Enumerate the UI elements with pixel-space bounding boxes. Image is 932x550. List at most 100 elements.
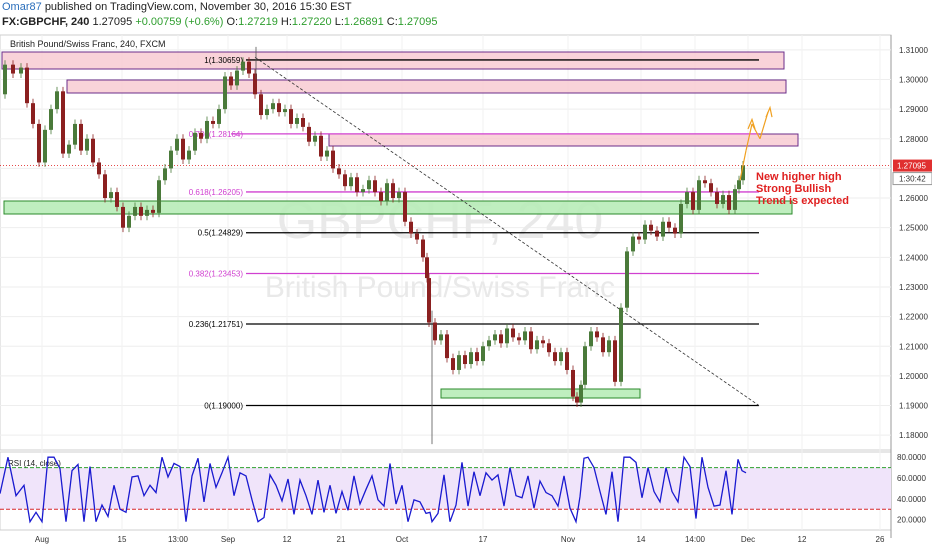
x-tick-label: 21 [337,535,346,544]
candle-body [259,94,263,116]
candle-body [637,236,641,240]
candle-body [697,180,701,210]
candle-body [403,192,407,222]
candle-body [529,331,533,350]
candle-body [691,192,695,210]
candle-body [163,168,167,181]
candle-body [373,180,377,193]
y-tick-label: 1.21000 [899,342,928,351]
y-tick-label: 1.19000 [899,402,928,411]
fib-level-label: 0.5(1.24829) [198,229,244,238]
candle-body [727,195,731,210]
price-chart[interactable]: 1.310001.300001.290001.280001.270001.260… [0,0,932,550]
candle-body [667,221,671,228]
candle-body [97,162,101,175]
candle-body [301,118,305,127]
candle-body [601,337,605,353]
candle-body [565,352,569,370]
candle-body [85,138,89,151]
candle-body [73,123,77,145]
x-tick-label: Nov [561,535,575,544]
y-tick-label: 1.26000 [899,194,928,203]
x-tick-label: 15 [118,535,127,544]
candle-body [127,215,131,228]
x-tick-label: 17 [479,535,488,544]
candle-body [151,209,155,213]
y-tick-label: 1.28000 [899,135,928,144]
candle-body [133,206,137,216]
y-tick-label: 1.18000 [899,431,928,440]
fib-level-label: 0.382(1.23453) [189,270,244,279]
x-tick-label: 12 [798,535,807,544]
candle-body [385,183,389,201]
candle-body [175,138,179,151]
candle-body [11,64,15,74]
y-tick-label: 1.24000 [899,253,928,262]
candle-body [505,328,509,344]
candle-body [355,177,359,193]
x-tick-label: 13:00 [168,535,189,544]
candle-body [397,192,401,199]
y-tick-label: 1.31000 [899,46,928,55]
candle-body [679,203,683,234]
candle-body [703,180,707,184]
candle-body [379,192,383,201]
rsi-tick-label: 20.0000 [897,516,926,525]
candle-body [139,206,143,216]
candle-body [325,150,329,157]
candle-body [25,67,29,104]
candle-body [271,103,275,110]
candle-body [187,150,191,160]
candle-body [31,103,35,124]
x-tick-label: Aug [35,535,49,544]
candle-body [115,192,119,207]
fib-level-label: 0(1.19000) [204,402,243,411]
candle-body [721,195,725,204]
candle-body [241,61,245,71]
x-tick-label: Sep [221,535,236,544]
candle-body [289,109,293,124]
candle-body [517,337,521,341]
candle-body [3,64,7,95]
candle-body [427,278,431,323]
candle-body [553,352,557,362]
candle-body [229,76,233,86]
candle-body [499,334,503,344]
candle-body [43,129,47,163]
fib-level-label: 0.236(1.21751) [189,320,244,329]
candle-body [217,109,221,124]
x-tick-label: 12 [283,535,292,544]
timer-tag-label: 1:30:42 [899,175,926,184]
candle-body [103,174,107,199]
fib-level-label: 0.618(1.26205) [189,188,244,197]
candle-body [583,346,587,385]
candle-body [205,120,209,139]
candle-body [475,352,479,362]
candle-body [463,355,467,365]
x-tick-label: 26 [876,535,885,544]
candle-body [523,331,527,341]
candle-body [457,355,461,370]
candle-body [715,192,719,204]
candle-body [307,126,311,142]
candle-body [613,340,617,382]
candle-body [487,340,491,347]
candle-body [331,150,335,169]
candle-body [439,334,443,341]
candle-body [145,209,149,216]
candle-body [575,396,579,403]
candle-body [19,67,23,74]
candle-body [55,91,59,110]
candle-body [595,331,599,338]
candle-body [625,251,629,308]
rsi-tick-label: 40.0000 [897,495,926,504]
candle-body [49,109,53,130]
candle-body [265,109,269,116]
x-tick-label: 14:00 [685,535,706,544]
candle-body [121,206,125,228]
annotation-text: Trend is expected [756,195,849,207]
candle-body [481,346,485,362]
rsi-tick-label: 80.0000 [897,453,926,462]
candle-body [295,118,299,124]
candle-body [319,135,323,157]
